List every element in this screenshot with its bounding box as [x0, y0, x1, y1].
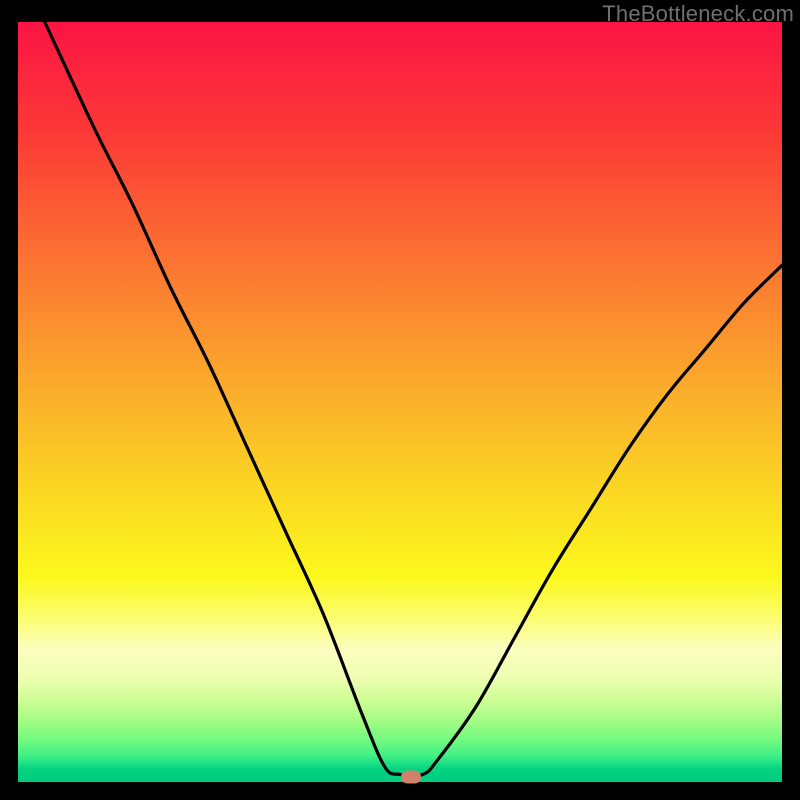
plot-area — [18, 22, 782, 782]
watermark: TheBottleneck.com — [602, 1, 794, 27]
chart-container: TheBottleneck.com — [0, 0, 800, 800]
bottleneck-curve — [18, 22, 782, 782]
optimum-marker — [401, 770, 421, 783]
